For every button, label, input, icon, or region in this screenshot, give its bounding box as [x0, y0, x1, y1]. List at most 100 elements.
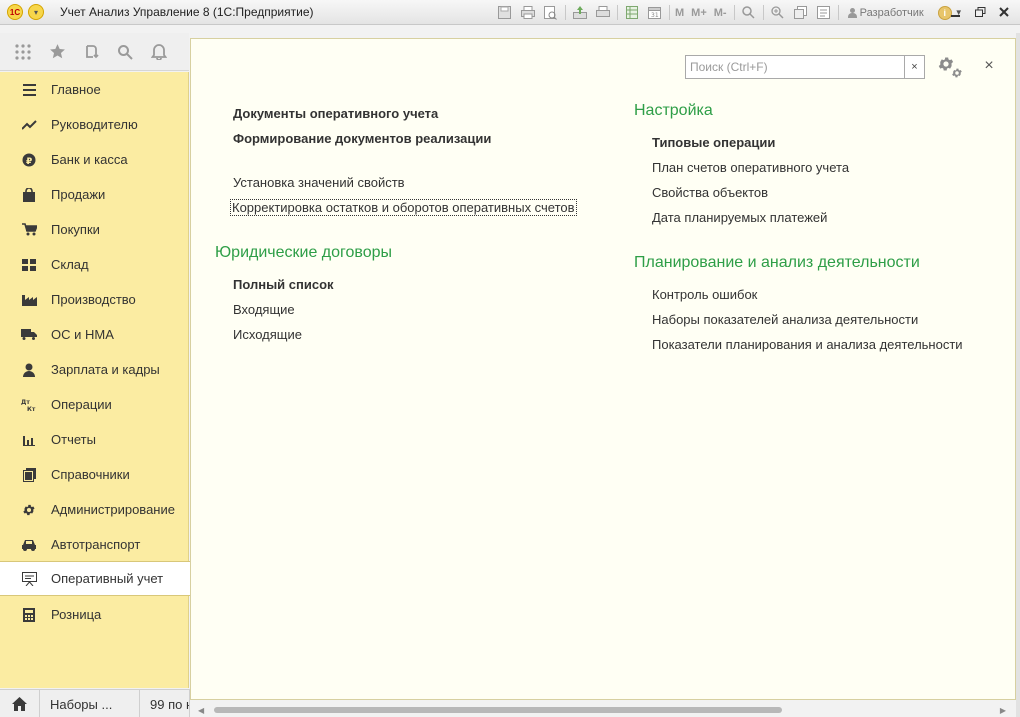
- window-copy-icon[interactable]: [792, 5, 809, 20]
- link-planning-indicators[interactable]: Показатели планирования и анализа деятел…: [652, 337, 963, 352]
- sidebar-item-purchases[interactable]: Покупки: [0, 212, 189, 247]
- info-list-icon[interactable]: [815, 5, 832, 20]
- person-icon: [21, 362, 37, 378]
- user-menu[interactable]: Разработчик: [847, 7, 924, 19]
- sidebar-item-operational-accounting[interactable]: Оперативный учет: [0, 561, 190, 596]
- search-icon[interactable]: [114, 41, 136, 63]
- gears-icon: [938, 57, 962, 78]
- spreadsheet-icon[interactable]: [623, 5, 640, 20]
- link-incoming[interactable]: Входящие: [233, 302, 295, 317]
- svg-text:Кт: Кт: [27, 406, 36, 412]
- sidebar-item-warehouse[interactable]: Склад: [0, 247, 189, 282]
- sidebar-item-label: Зарплата и кадры: [51, 362, 160, 377]
- close-section-button[interactable]: ×: [979, 56, 999, 76]
- factory-icon: [21, 292, 37, 308]
- printer-icon[interactable]: [594, 5, 611, 20]
- open-window-tab[interactable]: Наборы ...: [40, 690, 140, 717]
- settings-button[interactable]: [935, 53, 965, 81]
- link-typical-operations[interactable]: Типовые операции: [652, 135, 775, 150]
- group-title-settings: Настройка: [634, 102, 713, 119]
- link-operational-documents[interactable]: Документы оперативного учета: [233, 106, 438, 121]
- window-frame: [1016, 33, 1020, 717]
- link-indicator-sets[interactable]: Наборы показателей анализа деятельности: [652, 312, 918, 327]
- sidebar-item-label: Руководителю: [51, 117, 138, 132]
- sidebar-item-bank[interactable]: ₽ Банк и касса: [0, 142, 189, 177]
- all-sections-icon[interactable]: [12, 41, 34, 63]
- save-icon[interactable]: [496, 5, 513, 20]
- restore-icon[interactable]: [970, 4, 990, 20]
- sidebar-item-production[interactable]: Производство: [0, 282, 189, 317]
- link-sales-documents-generation[interactable]: Формирование документов реализации: [233, 131, 491, 146]
- gear-icon: [21, 502, 37, 518]
- sidebar-item-reports[interactable]: Отчеты: [0, 422, 189, 457]
- sidebar-item-label: Розница: [51, 607, 102, 622]
- toolbar-separator: [617, 5, 618, 20]
- open-window-tab[interactable]: 99 по н: [140, 690, 190, 717]
- dt-kt-icon: Дт Кт: [21, 397, 37, 413]
- sidebar-item-autotransport[interactable]: Автотранспорт: [0, 527, 189, 562]
- minimize-icon[interactable]: [946, 4, 966, 20]
- memory-m-minus-button[interactable]: M-: [714, 7, 727, 19]
- horizontal-scrollbar[interactable]: ◀ ▶: [196, 704, 1008, 716]
- link-property-values[interactable]: Установка значений свойств: [233, 175, 405, 190]
- toolbar-separator: [733, 5, 735, 20]
- sidebar-item-salary[interactable]: Зарплата и кадры: [0, 352, 189, 387]
- sidebar-item-main[interactable]: Главное: [0, 72, 189, 107]
- calendar-icon[interactable]: 31: [646, 5, 663, 20]
- sidebar-item-label: Склад: [51, 257, 89, 272]
- sidebar-item-retail[interactable]: Розница: [0, 597, 189, 632]
- link-object-properties[interactable]: Свойства объектов: [652, 185, 768, 200]
- home-tab[interactable]: [0, 690, 40, 717]
- toolbar-separator: [837, 5, 839, 20]
- link-outgoing[interactable]: Исходящие: [233, 327, 302, 342]
- scroll-left-icon[interactable]: ◀: [198, 706, 204, 715]
- search-input[interactable]: [685, 55, 905, 79]
- main-menu-button[interactable]: ▾: [28, 4, 44, 20]
- section-content: × × Документы оперативного учета Формиро…: [190, 38, 1016, 700]
- toolbar-separator: [565, 5, 566, 20]
- sidebar-item-manager[interactable]: Руководителю: [0, 107, 189, 142]
- bell-icon[interactable]: [148, 41, 170, 63]
- upload-icon[interactable]: [571, 5, 588, 20]
- svg-text:₽: ₽: [26, 157, 32, 167]
- window-title: Учет Анализ Управление 8 (1С:Предприятие…: [60, 5, 314, 19]
- sidebar-item-label: ОС и НМА: [51, 327, 114, 342]
- link-balance-adjustment[interactable]: Корректировка остатков и оборотов операт…: [230, 199, 577, 216]
- link-planned-payments-date[interactable]: Дата планируемых платежей: [652, 210, 827, 225]
- calculator-icon: [21, 607, 37, 623]
- ruble-icon: ₽: [21, 152, 37, 168]
- user-icon: [847, 7, 857, 18]
- sidebar-item-operations[interactable]: Дт Кт Операции: [0, 387, 189, 422]
- memory-m-button[interactable]: M: [675, 7, 684, 19]
- sidebar-item-label: Оперативный учет: [51, 571, 164, 586]
- sidebar-item-fixed-assets[interactable]: ОС и НМА: [0, 317, 189, 352]
- sidebar-item-label: Отчеты: [51, 432, 96, 447]
- presentation-icon: [21, 571, 37, 587]
- sidebar-item-label: Главное: [51, 82, 101, 97]
- link-error-control[interactable]: Контроль ошибок: [652, 287, 757, 302]
- close-window-icon[interactable]: [994, 4, 1014, 20]
- zoom-in-icon[interactable]: [769, 5, 786, 20]
- star-icon[interactable]: [46, 41, 68, 63]
- sidebar-item-catalogs[interactable]: Справочники: [0, 457, 189, 492]
- sidebar-item-admin[interactable]: Администрирование: [0, 492, 189, 527]
- search-icon[interactable]: [740, 5, 757, 20]
- link-full-list[interactable]: Полный список: [233, 277, 334, 292]
- preview-icon[interactable]: [542, 5, 559, 20]
- sections-toolbar: [0, 33, 189, 71]
- car-icon: [21, 537, 37, 553]
- app-logo-icon: 1С: [7, 4, 23, 20]
- sidebar-item-sales[interactable]: Продажи: [0, 177, 189, 212]
- svg-text:31: 31: [651, 12, 659, 19]
- clear-search-button[interactable]: ×: [905, 55, 925, 79]
- print-icon[interactable]: [519, 5, 536, 20]
- trend-icon: [21, 117, 37, 133]
- window-controls: [942, 4, 1014, 20]
- memory-m-plus-button[interactable]: M+: [691, 7, 707, 19]
- link-chart-of-accounts[interactable]: План счетов оперативного учета: [652, 160, 849, 175]
- history-icon[interactable]: [80, 41, 102, 63]
- sidebar-item-label: Производство: [51, 292, 136, 307]
- scroll-right-icon[interactable]: ▶: [1000, 706, 1006, 715]
- scrollbar-thumb[interactable]: [214, 707, 782, 713]
- toolbar-separator: [669, 5, 670, 20]
